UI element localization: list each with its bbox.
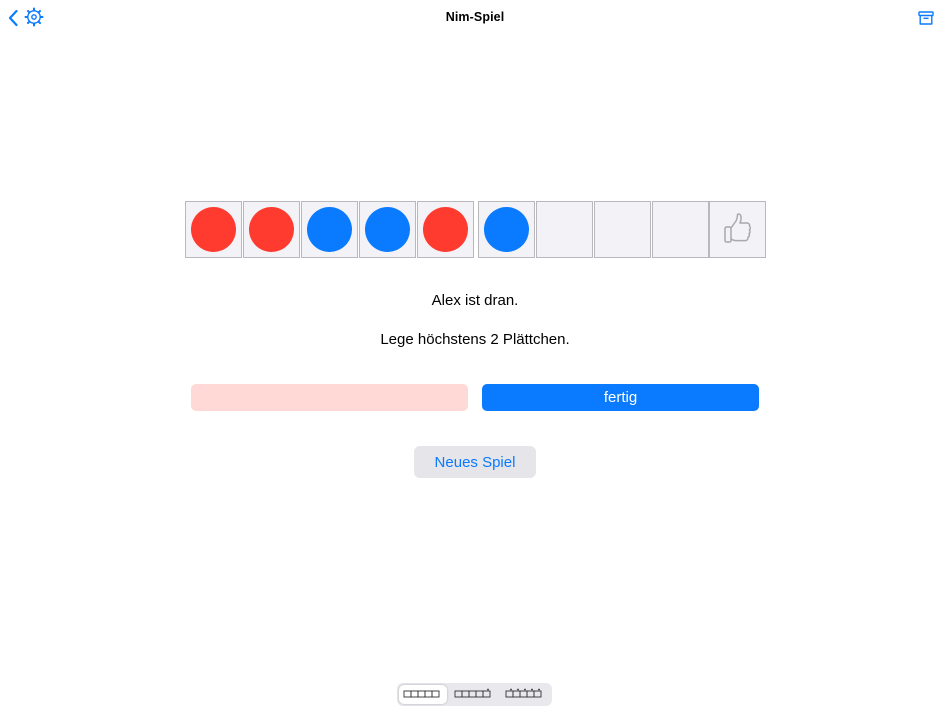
turn-status: Alex ist dran.	[431, 292, 519, 309]
blue-token	[307, 207, 352, 252]
thumbs-up-icon	[722, 212, 754, 246]
navigation-bar: Nim-Spiel	[0, 0, 950, 36]
board-cell[interactable]	[301, 201, 358, 258]
done-button[interactable]: fertig	[482, 384, 759, 411]
red-token	[191, 207, 236, 252]
board-cell[interactable]	[709, 201, 766, 258]
ten-boxes-icon	[403, 690, 440, 698]
board-cell[interactable]	[359, 201, 416, 258]
blue-token	[484, 207, 529, 252]
archive-box-icon[interactable]	[917, 9, 935, 27]
ten-boxes-marked-end-icon	[454, 688, 491, 698]
nim-game-screen: Nim-Spiel Alex ist dran. Lege höchstens …	[0, 0, 950, 712]
segment-all-marked-boxes[interactable]	[501, 685, 549, 704]
board-cell[interactable]	[652, 201, 709, 258]
blue-token	[365, 207, 410, 252]
page-title: Nim-Spiel	[445, 10, 505, 24]
board-cell[interactable]	[243, 201, 300, 258]
mode-segmented-control	[397, 683, 552, 706]
board-cell[interactable]	[417, 201, 474, 258]
segment-end-marked-boxes[interactable]	[450, 685, 498, 704]
board-cell[interactable]	[185, 201, 242, 258]
board-cell[interactable]	[594, 201, 651, 258]
ten-boxes-marked-all-icon	[505, 688, 542, 698]
move-instruction: Lege höchstens 2 Plättchen.	[380, 331, 570, 348]
red-token	[249, 207, 294, 252]
new-game-button[interactable]: Neues Spiel	[414, 446, 536, 478]
undo-button[interactable]	[191, 384, 468, 411]
segment-plain-boxes[interactable]	[399, 685, 447, 704]
board-cell[interactable]	[536, 201, 593, 258]
board-cell[interactable]	[478, 201, 535, 258]
red-token	[423, 207, 468, 252]
